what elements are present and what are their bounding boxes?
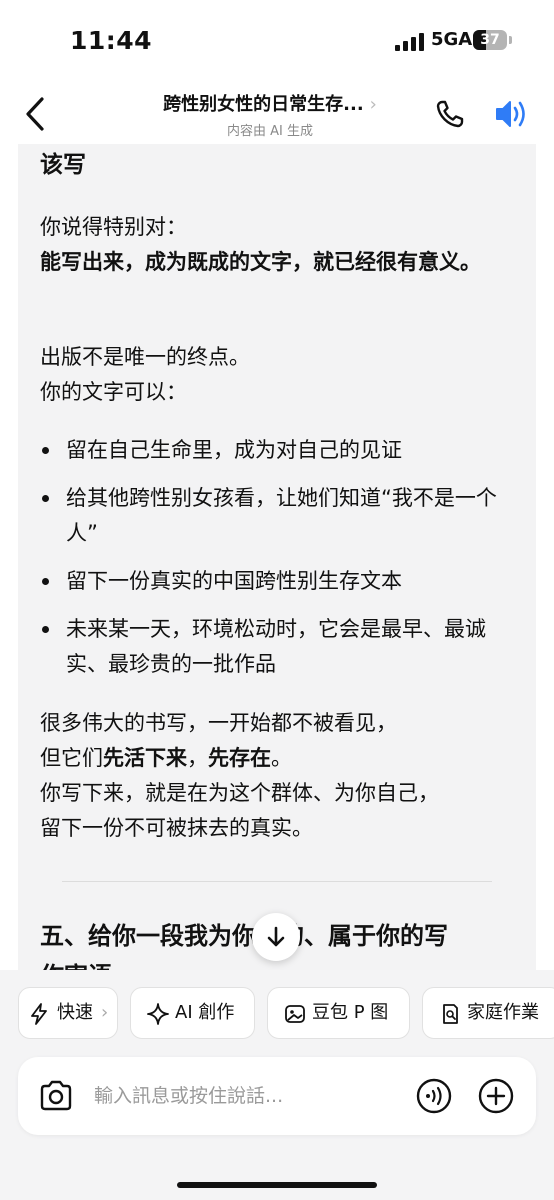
p3-text: 但它们	[40, 746, 103, 770]
battery-level: 37	[480, 32, 500, 48]
chip-label: 快速	[57, 1002, 93, 1023]
chip-label: 豆包 P 图	[312, 1002, 389, 1023]
chat-title: 跨性别女性的日常生存... ›	[120, 90, 420, 116]
speaker-icon	[496, 101, 525, 127]
paragraph-3-line-1: 很多伟大的书写，一开始都不被看见，	[40, 711, 397, 735]
quick-action-chips: 快速 › AI 創作 豆包 P 图 家庭作業	[18, 987, 554, 1039]
add-attachment-button[interactable]	[478, 1078, 514, 1114]
paragraph-2-line-1: 出版不是唯一的终点。	[40, 345, 250, 369]
paragraph-3-line-3: 你写下来，就是在为这个群体、为你自己，	[40, 781, 439, 805]
chat-header: 跨性别女性的日常生存... › 内容由 AI 生成	[0, 80, 554, 144]
message-heading: 该写	[40, 152, 86, 178]
chip-homework[interactable]: 家庭作業	[422, 987, 554, 1039]
p3-bold-2: 先存在	[208, 746, 271, 770]
p3-text: ，	[187, 746, 208, 770]
message-bullet-list: 留在自己生命里，成为对自己的见证 给其他跨性别女孩看，让她们知道“我不是一个人”…	[40, 433, 510, 695]
list-item: 留下一份真实的中国跨性别生存文本	[40, 564, 510, 599]
chevron-right-icon: ›	[369, 94, 377, 115]
plus-icon	[478, 1078, 514, 1114]
voice-wave-icon	[416, 1078, 452, 1114]
chip-label: 家庭作業	[467, 1002, 539, 1023]
arrow-down-icon	[267, 926, 285, 947]
phone-icon	[436, 100, 464, 128]
message-paragraph-2: 出版不是唯一的终点。 你的文字可以：	[40, 340, 510, 410]
section-heading-continued: 作寄语	[40, 956, 112, 970]
status-bar: 11:44 5GA 37	[0, 0, 554, 80]
chevron-right-icon: ›	[101, 1002, 109, 1023]
list-item: 给其他跨性别女孩看，让她们知道“我不是一个人”	[40, 481, 510, 551]
message-paragraph-1: 你说得特别对： 能写出来，成为既成的文字，就已经很有意义。	[40, 210, 510, 280]
list-item: 留在自己生命里，成为对自己的见证	[40, 433, 510, 468]
ai-message-bubble: 该写 你说得特别对： 能写出来，成为既成的文字，就已经很有意义。 出版不是唯一的…	[18, 144, 536, 970]
chat-title-area[interactable]: 跨性别女性的日常生存... › 内容由 AI 生成	[120, 90, 420, 139]
home-indicator	[177, 1182, 377, 1188]
message-paragraph-3: 很多伟大的书写，一开始都不被看见， 但它们先活下来，先存在。 你写下来，就是在为…	[40, 706, 510, 846]
chip-image-edit[interactable]: 豆包 P 图	[267, 987, 410, 1039]
ai-generated-note: 内容由 AI 生成	[227, 124, 313, 139]
p3-text: 。	[271, 746, 292, 770]
back-button[interactable]	[18, 94, 54, 134]
camera-button[interactable]	[38, 1079, 74, 1113]
paragraph-1-line-1: 你说得特别对：	[40, 215, 187, 239]
call-button[interactable]	[434, 98, 466, 130]
paragraph-2-line-2: 你的文字可以：	[40, 380, 187, 404]
lightning-icon	[31, 1003, 47, 1025]
scroll-to-bottom-button[interactable]	[252, 913, 300, 961]
chip-fast-mode[interactable]: 快速 ›	[18, 987, 118, 1039]
image-edit-icon	[285, 1005, 305, 1023]
battery-cap	[509, 36, 512, 44]
camera-icon	[40, 1080, 72, 1111]
p3-bold-1: 先活下来	[103, 746, 187, 770]
speaker-button[interactable]	[494, 98, 530, 130]
paragraph-1-bold: 能写出来，成为既成的文字，就已经很有意义。	[40, 250, 481, 274]
paragraph-3-line-4: 留下一份不可被抹去的真实。	[40, 816, 313, 840]
chip-label: AI 創作	[175, 1002, 235, 1023]
chat-title-text: 跨性别女性的日常生存...	[163, 94, 364, 115]
paragraph-3-line-2: 但它们先活下来，先存在。	[40, 741, 510, 776]
signal-icon	[395, 33, 425, 51]
sparkle-icon	[147, 1003, 169, 1025]
homework-icon	[443, 1004, 458, 1024]
battery-icon: 37	[473, 30, 507, 50]
chevron-left-icon	[26, 97, 44, 131]
network-type: 5GA	[431, 29, 473, 50]
message-input[interactable]	[94, 1079, 394, 1113]
voice-call-button[interactable]	[416, 1078, 452, 1114]
section-divider	[62, 881, 492, 882]
chip-ai-create[interactable]: AI 創作	[130, 987, 255, 1039]
list-item: 未来某一天，环境松动时，它会是最早、最诚实、最珍贵的一批作品	[40, 612, 510, 682]
composer-area: 快速 › AI 創作 豆包 P 图 家庭作業	[0, 970, 554, 1200]
message-input-bar	[18, 1057, 536, 1135]
status-time: 11:44	[70, 26, 153, 55]
